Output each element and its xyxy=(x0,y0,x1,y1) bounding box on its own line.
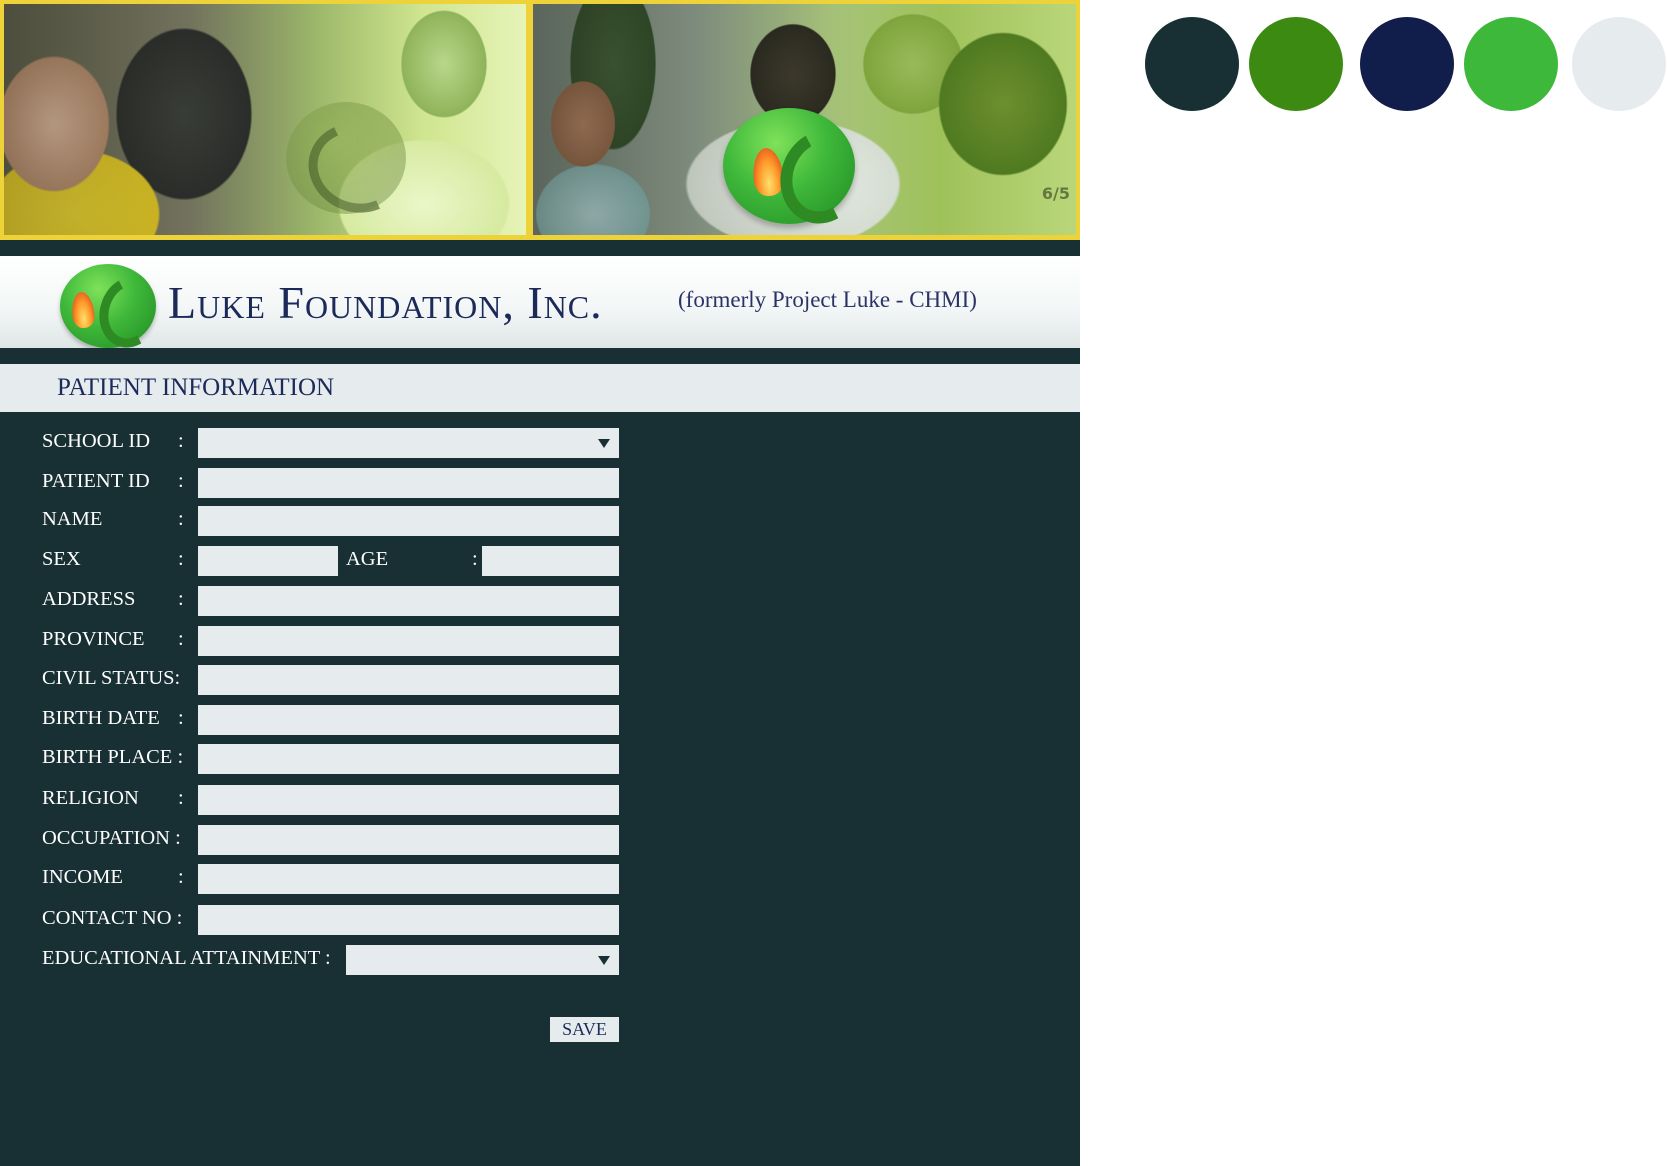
colon: : xyxy=(178,508,184,530)
colon: : xyxy=(178,628,184,650)
income-label: INCOME xyxy=(42,866,123,888)
brand-bar: Luke Foundation, Inc. (formerly Project … xyxy=(0,256,1080,356)
birth-place-input[interactable] xyxy=(198,744,619,774)
palette-swatch xyxy=(1145,17,1239,111)
page-title: PATIENT INFORMATION xyxy=(57,374,335,401)
brand-name: Luke Foundation, Inc. xyxy=(168,277,603,328)
colon: : xyxy=(178,548,184,570)
address-label: ADDRESS xyxy=(42,588,136,610)
chevron-down-icon xyxy=(598,956,610,965)
section-header: PATIENT INFORMATION xyxy=(0,364,1080,412)
row-address: ADDRESS : xyxy=(0,586,640,616)
school-id-label: SCHOOL ID xyxy=(42,430,151,452)
row-patient-id: PATIENT ID : xyxy=(0,468,640,498)
divider-strip xyxy=(0,348,1080,364)
colon: : xyxy=(178,787,184,809)
palette-swatch xyxy=(1572,17,1666,111)
row-name: NAME : xyxy=(0,506,640,536)
sex-input[interactable] xyxy=(198,546,338,576)
row-contact-no: CONTACT NO : xyxy=(0,905,640,935)
photo-overlay xyxy=(4,4,526,235)
colon: : xyxy=(178,430,184,452)
occupation-input[interactable] xyxy=(198,825,619,855)
row-religion: RELIGION : xyxy=(0,785,640,815)
row-birth-date: BIRTH DATE : xyxy=(0,705,640,735)
colon: : xyxy=(178,866,184,888)
birth-place-label: BIRTH PLACE : xyxy=(42,746,184,768)
age-label: AGE xyxy=(346,548,389,570)
contact-no-input[interactable] xyxy=(198,905,619,935)
colon: : xyxy=(178,588,184,610)
palette-swatch xyxy=(1464,17,1558,111)
school-id-select[interactable] xyxy=(198,428,619,458)
row-civil-status: CIVIL STATUS: xyxy=(0,665,640,695)
address-input[interactable] xyxy=(198,586,619,616)
header-banner: 6/5 xyxy=(0,0,1080,240)
patient-form: SCHOOL ID : PATIENT ID : NAME : SEX : AG… xyxy=(0,412,1080,1166)
religion-input[interactable] xyxy=(198,785,619,815)
banner-logo-icon xyxy=(723,108,876,235)
row-occupation: OCCUPATION : xyxy=(0,825,640,855)
row-birth-place: BIRTH PLACE : xyxy=(0,744,640,774)
flame-icon xyxy=(70,290,96,330)
row-sex-age: SEX : AGE : xyxy=(0,546,640,576)
sex-label: SEX xyxy=(42,548,81,570)
patient-id-input[interactable] xyxy=(198,468,619,498)
name-input[interactable] xyxy=(198,506,619,536)
chevron-down-icon xyxy=(598,439,610,448)
palette-swatch xyxy=(1360,17,1454,111)
save-button[interactable]: SAVE xyxy=(550,1017,619,1042)
province-label: PROVINCE xyxy=(42,628,145,650)
logo-swirl xyxy=(90,268,170,356)
civil-status-label: CIVIL STATUS: xyxy=(42,667,181,689)
watermark-logo-icon xyxy=(286,102,419,227)
occupation-label: OCCUPATION : xyxy=(42,827,181,849)
brand-logo-icon xyxy=(60,264,170,356)
contact-no-label: CONTACT NO : xyxy=(42,907,183,929)
patient-id-label: PATIENT ID xyxy=(42,470,150,492)
civil-status-input[interactable] xyxy=(198,665,619,695)
birth-date-label: BIRTH DATE xyxy=(42,707,160,729)
row-income: INCOME : xyxy=(0,864,640,894)
brand-subtitle: (formerly Project Luke - CHMI) xyxy=(678,287,977,312)
photo-counter: 6/5 xyxy=(1041,184,1070,203)
educational-attainment-select[interactable] xyxy=(346,945,619,975)
divider-strip xyxy=(0,240,1080,256)
row-educational-attainment: EDUCATIONAL ATTAINMENT : xyxy=(0,945,640,975)
colon: : xyxy=(472,548,478,570)
religion-label: RELIGION xyxy=(42,787,139,809)
row-province: PROVINCE : xyxy=(0,626,640,656)
income-input[interactable] xyxy=(198,864,619,894)
name-label: NAME xyxy=(42,508,103,530)
palette-swatch xyxy=(1249,17,1343,111)
colon: : xyxy=(178,707,184,729)
educational-attainment-label: EDUCATIONAL ATTAINMENT : xyxy=(42,947,331,969)
birth-date-input[interactable] xyxy=(198,705,619,735)
province-input[interactable] xyxy=(198,626,619,656)
age-input[interactable] xyxy=(482,546,619,576)
colon: : xyxy=(178,470,184,492)
banner-photo-left xyxy=(4,4,526,235)
row-school-id: SCHOOL ID : xyxy=(0,428,640,458)
color-palette xyxy=(1145,17,1667,113)
